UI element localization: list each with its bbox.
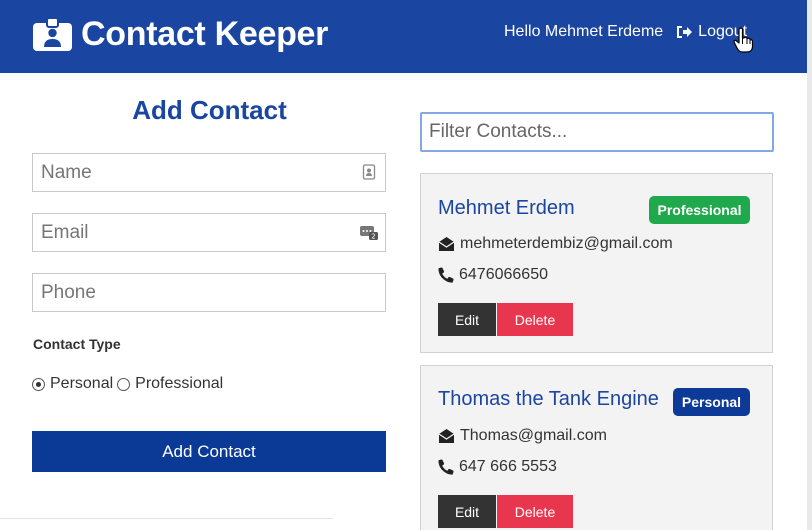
contact-name: Thomas the Tank Engine bbox=[438, 388, 659, 410]
contact-type-radio-group: Personal Professional bbox=[32, 375, 227, 393]
contact-email: Thomas@gmail.com bbox=[460, 427, 607, 444]
radio-personal-button[interactable] bbox=[32, 377, 45, 391]
navbar: Contact Keeper Hello Mehmet Erdeme Logou… bbox=[0, 0, 807, 73]
contact-phone: 647 666 5553 bbox=[459, 458, 557, 475]
delete-button[interactable]: Delete bbox=[497, 303, 573, 336]
edit-button[interactable]: Edit bbox=[438, 495, 496, 528]
page-edge bbox=[807, 0, 812, 530]
contact-card-icon bbox=[362, 164, 376, 180]
svg-text:2: 2 bbox=[371, 233, 375, 241]
contact-type-label: Contact Type bbox=[33, 336, 121, 352]
contact-card: Mehmet Erdem Professional mehmeterdembiz… bbox=[420, 173, 773, 353]
contact-phone: 6476066650 bbox=[459, 266, 548, 283]
sign-out-icon bbox=[677, 26, 693, 38]
name-input[interactable] bbox=[32, 153, 386, 192]
delete-button[interactable]: Delete bbox=[497, 495, 573, 528]
contact-phone-line: 647 666 5553 bbox=[438, 458, 557, 476]
hand-pointer-cursor-icon bbox=[733, 27, 753, 53]
radio-professional-button[interactable] bbox=[117, 377, 131, 391]
phone-icon bbox=[438, 267, 454, 283]
contact-name: Mehmet Erdem bbox=[438, 197, 575, 219]
radio-professional[interactable]: Professional bbox=[117, 375, 223, 393]
edit-button[interactable]: Edit bbox=[438, 303, 496, 336]
add-contact-button[interactable]: Add Contact bbox=[32, 431, 386, 472]
radio-professional-label: Professional bbox=[135, 375, 224, 392]
envelope-open-icon bbox=[438, 429, 455, 443]
add-contact-title: Add Contact bbox=[132, 95, 287, 125]
brand[interactable]: Contact Keeper bbox=[33, 14, 328, 54]
app-title: Contact Keeper bbox=[81, 14, 329, 53]
id-badge-icon bbox=[33, 17, 72, 51]
envelope-open-icon bbox=[438, 237, 455, 251]
password-manager-icon: 2 bbox=[360, 226, 378, 241]
filter-contacts-input[interactable] bbox=[420, 112, 774, 152]
contact-card: Thomas the Tank Engine Personal Thomas@g… bbox=[420, 365, 773, 530]
contact-type-badge: Professional bbox=[649, 196, 750, 224]
greeting: Hello Mehmet Erdeme bbox=[504, 23, 664, 40]
nav-right: Hello Mehmet Erdeme Logout bbox=[504, 23, 747, 41]
contact-email: mehmeterdembiz@gmail.com bbox=[460, 235, 673, 252]
radio-personal[interactable]: Personal bbox=[32, 375, 113, 393]
radio-personal-label: Personal bbox=[50, 375, 114, 392]
divider bbox=[0, 518, 333, 519]
phone-icon bbox=[438, 459, 454, 475]
contact-email-line: mehmeterdembiz@gmail.com bbox=[438, 235, 673, 253]
contact-phone-line: 6476066650 bbox=[438, 266, 548, 284]
phone-input[interactable] bbox=[32, 273, 386, 312]
contact-type-badge: Personal bbox=[673, 388, 750, 416]
email-input[interactable] bbox=[32, 213, 386, 252]
contact-email-line: Thomas@gmail.com bbox=[438, 427, 607, 445]
